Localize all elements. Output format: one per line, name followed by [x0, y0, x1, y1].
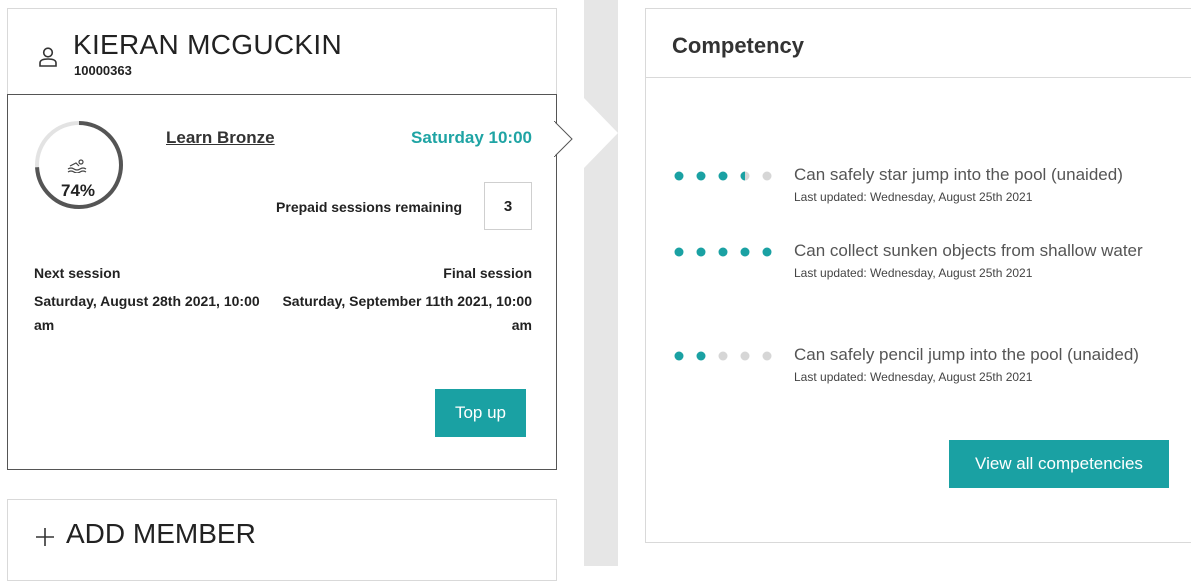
competency-updated: Last updated: Wednesday, August 25th 202… [794, 370, 1033, 384]
competency-dot [696, 351, 706, 361]
layout-gutter [584, 0, 618, 566]
competency-updated: Last updated: Wednesday, August 25th 202… [794, 190, 1033, 204]
competency-dot [740, 171, 750, 181]
swimmer-icon [67, 159, 87, 173]
final-session-label: Final session [443, 265, 532, 281]
next-session-value: Saturday, August 28th 2021, 10:00 am [34, 293, 260, 333]
top-up-button[interactable]: Top up [435, 389, 526, 437]
competency-dot [674, 351, 684, 361]
competency-dot [718, 247, 728, 257]
competency-dot [696, 247, 706, 257]
member-id: 10000363 [74, 63, 132, 78]
competency-dot [762, 351, 772, 361]
panel-notch [554, 121, 573, 157]
competency-title: Competency [672, 33, 805, 58]
next-session-label: Next session [34, 265, 121, 281]
competency-level-dots [674, 351, 772, 361]
plus-icon [36, 528, 54, 546]
prepaid-label: Prepaid sessions remaining [276, 199, 462, 215]
chevron-right-icon [584, 98, 618, 168]
competency-text: Can safely star jump into the pool (unai… [794, 165, 1123, 184]
competency-dot [718, 171, 728, 181]
competency-dot [762, 247, 772, 257]
lesson-panel[interactable]: 74% Learn Bronze Saturday 10:00 Prepaid … [7, 94, 573, 470]
progress-percent: 74% [60, 181, 96, 200]
competency-text: Can safely pencil jump into the pool (un… [794, 345, 1139, 364]
member-name: KIERAN MCGUCKIN [73, 29, 342, 60]
session-time: Saturday 10:00 [411, 128, 532, 147]
add-member-label: ADD MEMBER [66, 518, 256, 549]
competency-updated: Last updated: Wednesday, August 25th 202… [794, 266, 1033, 280]
member-header: KIERAN MCGUCKIN 10000363 [8, 9, 556, 95]
course-link[interactable]: Learn Bronze [166, 128, 275, 148]
competency-dot [718, 351, 728, 361]
person-icon [39, 47, 57, 67]
competency-level-dots [674, 247, 772, 257]
competency-dot [674, 247, 684, 257]
competency-dot [674, 171, 684, 181]
competency-header: Competency [646, 9, 1191, 78]
add-member-button[interactable]: ADD MEMBER [7, 499, 557, 581]
competency-card: Competency Can safely star jump into the… [645, 8, 1191, 543]
competency-dot [740, 351, 750, 361]
member-card: KIERAN MCGUCKIN 10000363 74% Learn Bronz… [7, 8, 573, 470]
final-session-value: Saturday, September 11th 2021, 10:00 am [282, 293, 532, 333]
competency-dot [696, 171, 706, 181]
competency-dot [740, 247, 750, 257]
competency-text: Can collect sunken objects from shallow … [794, 241, 1143, 260]
competency-level-dots [674, 171, 772, 181]
prepaid-count: 3 [484, 182, 532, 230]
competency-dot [762, 171, 772, 181]
view-all-competencies-button[interactable]: View all competencies [949, 440, 1169, 488]
